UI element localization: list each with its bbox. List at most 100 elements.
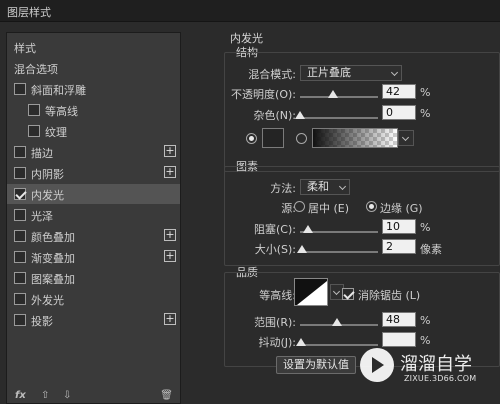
noise-input[interactable]: 0 — [382, 105, 416, 120]
method-select[interactable]: 柔和 — [300, 179, 350, 195]
style-item-label: 投影 — [31, 315, 53, 328]
size-value: 2 — [386, 240, 393, 253]
anti-alias-label[interactable]: 消除锯齿 (L) — [358, 287, 420, 303]
style-item[interactable]: 投影 + — [7, 310, 180, 330]
style-item[interactable]: 内阴影 + — [7, 163, 180, 183]
opacity-slider-track[interactable] — [300, 96, 378, 98]
blend-mode-value: 正片叠底 — [307, 66, 351, 79]
source-edge-radio[interactable] — [366, 201, 377, 212]
play-logo-icon — [360, 348, 394, 382]
solid-color-radio[interactable] — [246, 133, 257, 144]
source-center-radio[interactable] — [294, 201, 305, 212]
noise-slider-track[interactable] — [300, 117, 378, 119]
choke-unit: % — [420, 221, 431, 234]
contour-preview[interactable] — [294, 278, 328, 306]
noise-slider-thumb[interactable] — [295, 111, 305, 119]
opacity-value: 42 — [386, 85, 400, 98]
style-item-checkbox[interactable] — [14, 230, 26, 242]
range-unit: % — [420, 314, 431, 327]
move-up-icon[interactable]: ⇧ — [41, 390, 49, 401]
style-item-label: 描边 — [31, 147, 53, 160]
source-edge-label[interactable]: 边缘 (G) — [380, 200, 423, 216]
chevron-down-icon — [401, 133, 410, 142]
watermark-title: 溜溜自学 — [400, 354, 472, 375]
chevron-down-icon — [390, 68, 399, 77]
style-item-label: 颜色叠加 — [31, 231, 75, 244]
choke-value: 10 — [386, 220, 400, 233]
add-style-instance-icon[interactable]: + — [164, 229, 176, 241]
add-style-instance-icon[interactable]: + — [164, 145, 176, 157]
range-input[interactable]: 48 — [382, 312, 416, 327]
add-style-instance-icon[interactable]: + — [164, 313, 176, 325]
jitter-slider-thumb[interactable] — [296, 338, 306, 346]
jitter-label: 抖动(J): — [258, 336, 296, 349]
choke-slider-thumb[interactable] — [302, 225, 313, 233]
style-item-checkbox[interactable] — [14, 83, 26, 95]
style-item-checkbox[interactable] — [14, 167, 26, 179]
style-item-checkbox[interactable] — [14, 272, 26, 284]
noise-unit: % — [420, 107, 431, 120]
anti-alias-checkbox[interactable] — [342, 288, 354, 300]
style-item-checkbox[interactable] — [14, 251, 26, 263]
chevron-down-icon — [332, 287, 341, 296]
blend-mode-select[interactable]: 正片叠底 — [300, 65, 402, 81]
style-item[interactable]: 等高线 — [7, 100, 180, 120]
glow-color-swatch[interactable] — [262, 128, 284, 148]
move-down-icon[interactable]: ⇩ — [63, 390, 71, 401]
style-item-checkbox[interactable] — [14, 314, 26, 326]
contour-curve-icon — [297, 281, 327, 305]
style-item[interactable]: 渐变叠加 + — [7, 247, 180, 267]
style-list-footer: fx ⇧ ⇩ 🗑 — [7, 387, 180, 403]
gradient-picker-button[interactable] — [398, 130, 414, 146]
style-item-checkbox[interactable] — [28, 125, 40, 137]
size-unit: 像素 — [420, 243, 442, 256]
style-item-label: 光泽 — [31, 210, 53, 223]
contour-label: 等高线: — [259, 289, 296, 302]
style-item-label: 斜面和浮雕 — [31, 84, 86, 97]
style-item[interactable]: 描边 + — [7, 142, 180, 162]
style-item[interactable]: 样式 — [7, 37, 180, 57]
chevron-down-icon — [338, 182, 347, 191]
choke-input[interactable]: 10 — [382, 219, 416, 234]
style-item-label: 内阴影 — [31, 168, 64, 181]
noise-value: 0 — [386, 106, 393, 119]
add-style-instance-icon[interactable]: + — [164, 250, 176, 262]
style-item[interactable]: 斜面和浮雕 — [7, 79, 180, 99]
opacity-input[interactable]: 42 — [382, 84, 416, 99]
style-item-label: 渐变叠加 — [31, 252, 75, 265]
style-item[interactable]: 内发光 — [7, 184, 180, 204]
style-item-checkbox[interactable] — [14, 293, 26, 305]
style-item-label: 内发光 — [31, 189, 64, 202]
size-label: 大小(S): — [254, 243, 296, 256]
source-center-label[interactable]: 居中 (E) — [308, 200, 349, 216]
opacity-label: 不透明度(O): — [231, 88, 296, 101]
method-label: 方法: — [270, 182, 296, 195]
set-default-label: 设置为默认值 — [283, 358, 349, 371]
style-item[interactable]: 颜色叠加 + — [7, 226, 180, 246]
watermark-subtitle: ZIXUE.3D66.COM — [404, 374, 477, 383]
style-item-checkbox[interactable] — [28, 104, 40, 116]
style-item[interactable]: 混合选项 — [7, 58, 180, 78]
trash-icon[interactable]: 🗑 — [160, 390, 173, 401]
glow-gradient-swatch[interactable] — [312, 128, 398, 148]
size-input[interactable]: 2 — [382, 239, 416, 254]
style-item-checkbox[interactable] — [14, 209, 26, 221]
gradient-radio[interactable] — [296, 133, 307, 144]
set-default-button[interactable]: 设置为默认值 — [276, 356, 356, 374]
style-item-label: 混合选项 — [14, 63, 58, 76]
size-slider-track[interactable] — [300, 251, 378, 253]
size-slider-thumb[interactable] — [296, 245, 307, 253]
style-item[interactable]: 纹理 — [7, 121, 180, 141]
style-item-label: 等高线 — [45, 105, 78, 118]
opacity-slider-thumb[interactable] — [327, 90, 338, 98]
fx-icon[interactable]: fx — [15, 390, 26, 401]
blend-mode-label: 混合模式: — [248, 68, 296, 81]
add-style-instance-icon[interactable]: + — [164, 166, 176, 178]
style-item[interactable]: 图案叠加 — [7, 268, 180, 288]
style-item[interactable]: 光泽 — [7, 205, 180, 225]
style-item-checkbox[interactable] — [14, 146, 26, 158]
style-item-checkbox[interactable] — [14, 188, 26, 200]
opacity-unit: % — [420, 86, 431, 99]
range-slider-thumb[interactable] — [332, 318, 343, 326]
style-item[interactable]: 外发光 — [7, 289, 180, 309]
